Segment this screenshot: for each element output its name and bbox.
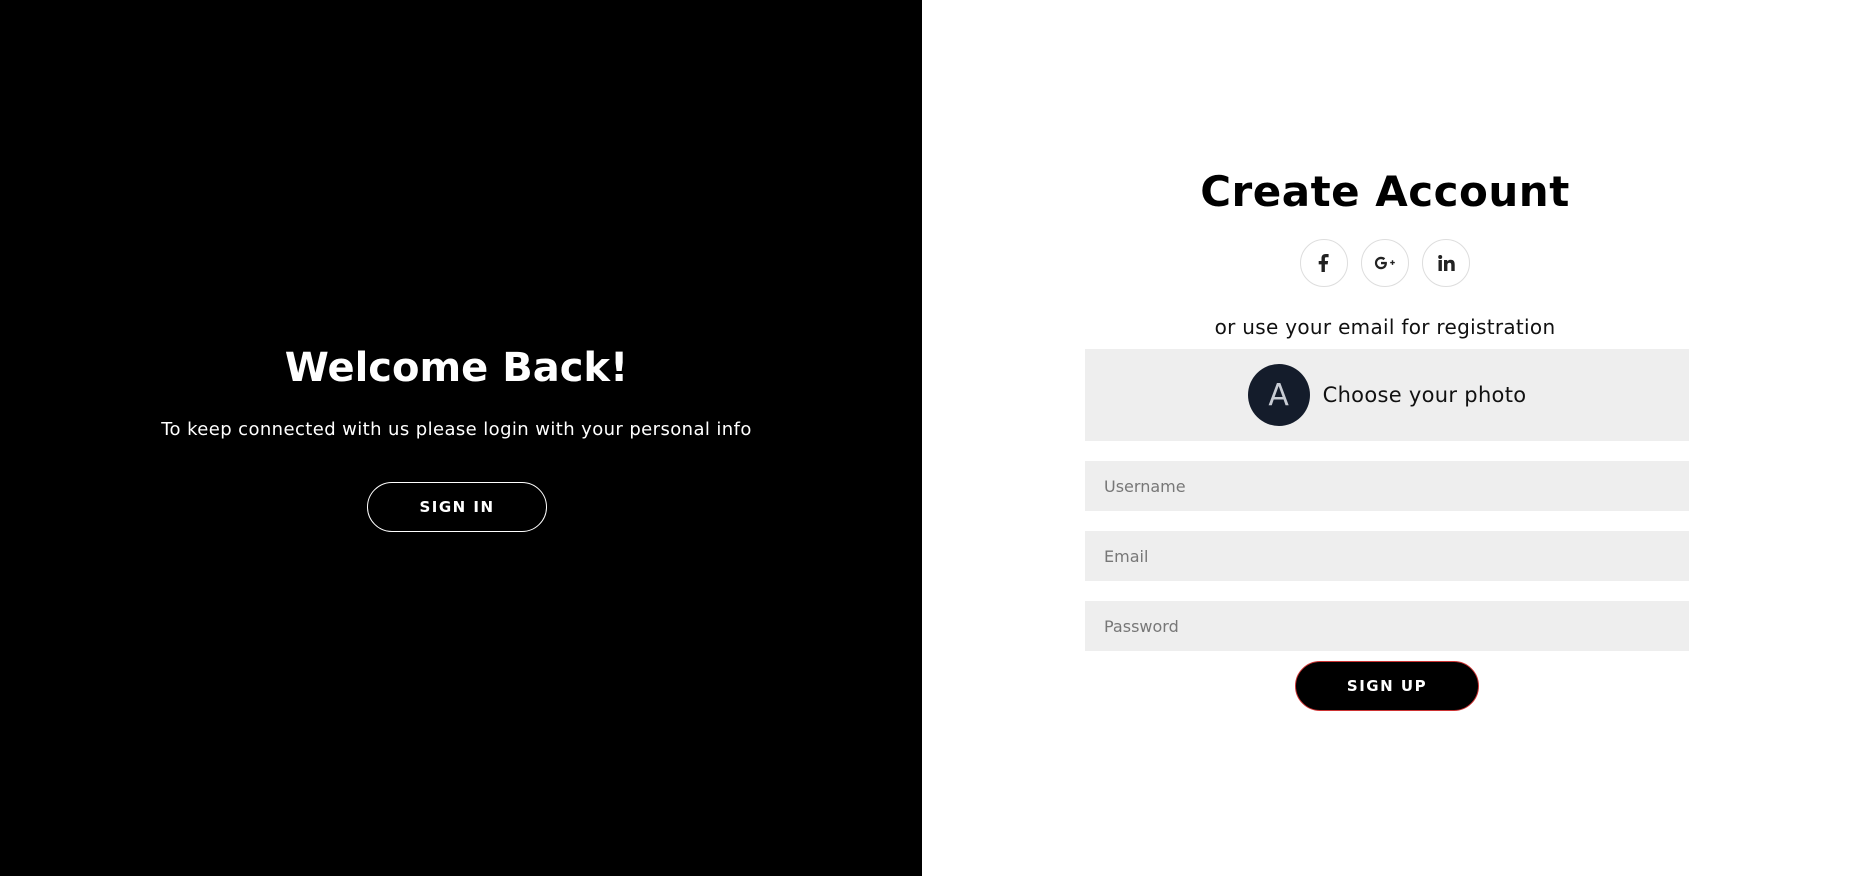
photo-picker[interactable]: A Choose your photo <box>1085 349 1689 441</box>
google-plus-icon <box>1374 256 1396 270</box>
sign-up-button[interactable]: SIGN UP <box>1295 661 1479 711</box>
username-input[interactable] <box>1085 461 1689 511</box>
facebook-icon <box>1318 254 1330 272</box>
auth-page: Welcome Back! To keep connected with us … <box>0 0 1849 876</box>
google-plus-button[interactable] <box>1361 239 1409 287</box>
linkedin-button[interactable] <box>1422 239 1470 287</box>
social-buttons <box>1300 239 1470 287</box>
create-account-title: Create Account <box>1200 167 1570 216</box>
facebook-button[interactable] <box>1300 239 1348 287</box>
linkedin-icon <box>1437 255 1455 271</box>
photo-picker-label: Choose your photo <box>1322 383 1527 407</box>
welcome-overlay-panel: Welcome Back! To keep connected with us … <box>0 0 922 876</box>
email-input[interactable] <box>1085 531 1689 581</box>
password-input[interactable] <box>1085 601 1689 651</box>
welcome-text: To keep connected with us please login w… <box>161 419 752 440</box>
sign-in-button[interactable]: SIGN IN <box>367 482 547 532</box>
registration-hint: or use your email for registration <box>1214 315 1556 339</box>
sign-up-form-panel: Create Account or use your email for reg… <box>922 0 1849 876</box>
welcome-title: Welcome Back! <box>284 345 629 391</box>
avatar: A <box>1247 364 1310 426</box>
